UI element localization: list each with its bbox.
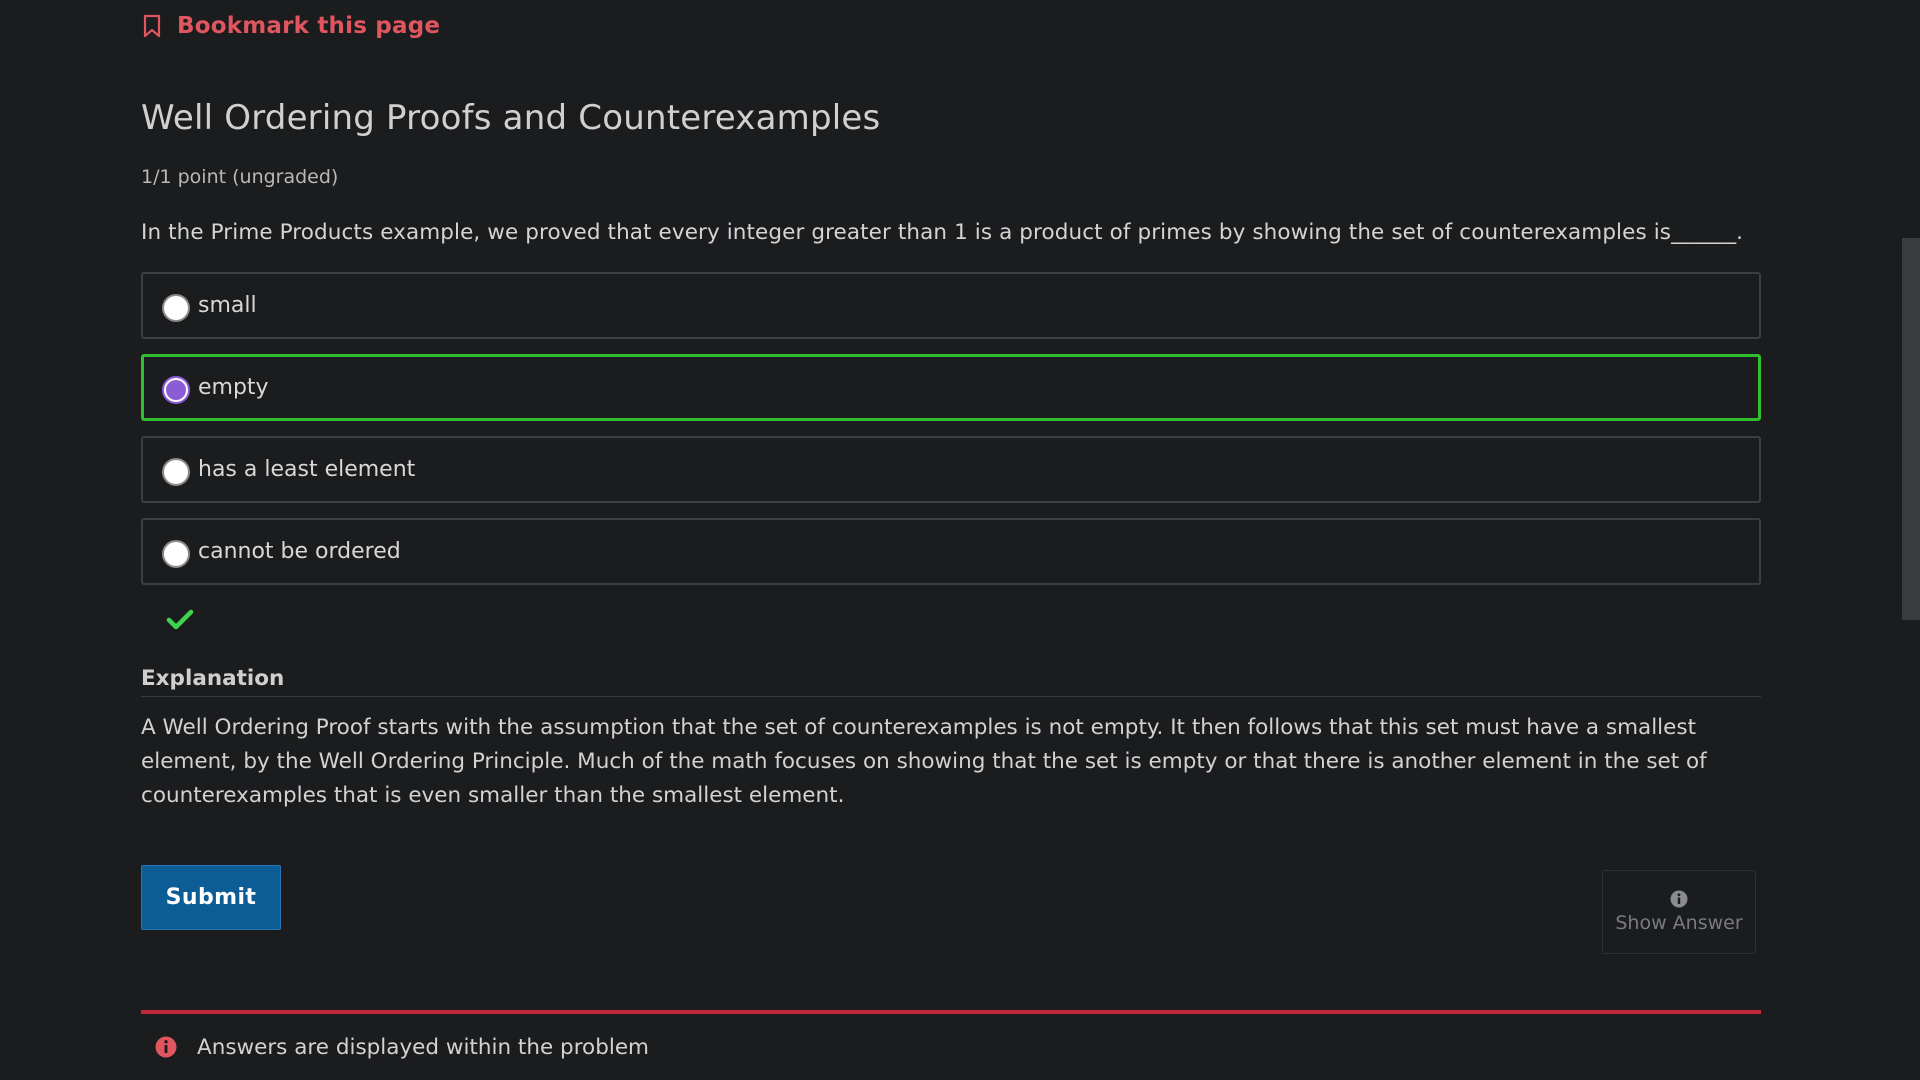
problem-content: Bookmark this page Well Ordering Proofs … [141, 0, 1761, 955]
explanation-heading: Explanation [141, 666, 1761, 697]
explanation-text: A Well Ordering Proof starts with the as… [141, 715, 1707, 808]
radio-button[interactable] [162, 293, 190, 322]
radio-button[interactable] [162, 457, 190, 486]
choice-cannot-be-ordered[interactable]: cannot be ordered [141, 518, 1761, 585]
choice-label: cannot be ordered [198, 539, 401, 564]
question-text: In the Prime Products example, we proved… [141, 220, 1744, 245]
submit-button[interactable]: Submit [141, 865, 281, 930]
status-indicator [141, 600, 1761, 640]
show-answer-label: Show Answer [1615, 912, 1743, 934]
bookmark-button[interactable]: Bookmark this page [141, 0, 1761, 52]
bookmark-label: Bookmark this page [177, 13, 441, 39]
notice-text: Answers are displayed within the problem [197, 1034, 650, 1060]
choice-label: small [198, 293, 257, 318]
scrollbar-thumb[interactable] [1902, 238, 1920, 620]
problem-title: Well Ordering Proofs and Counterexamples [141, 98, 881, 138]
action-bar: Submit Show Answer [141, 865, 1761, 955]
checkmark-icon [166, 609, 194, 630]
choice-has-a-least-element[interactable]: has a least element [141, 436, 1761, 503]
choice-list: small empty has a least element cannot b… [141, 272, 1761, 585]
show-answer-button[interactable]: Show Answer [1602, 870, 1756, 954]
info-icon [155, 1036, 177, 1058]
points-label: 1/1 point (ungraded) [141, 166, 339, 188]
answer-notice: Answers are displayed within the problem [141, 1010, 1761, 1080]
radio-button-selected[interactable] [162, 375, 190, 404]
choice-small[interactable]: small [141, 272, 1761, 339]
choice-empty[interactable]: empty [141, 354, 1761, 421]
page: Bookmark this page Well Ordering Proofs … [0, 0, 1920, 1080]
radio-button[interactable] [162, 539, 190, 568]
info-icon [1670, 890, 1688, 908]
choice-label: empty [198, 375, 269, 400]
choice-label: has a least element [198, 457, 416, 482]
bookmark-icon [143, 14, 161, 38]
